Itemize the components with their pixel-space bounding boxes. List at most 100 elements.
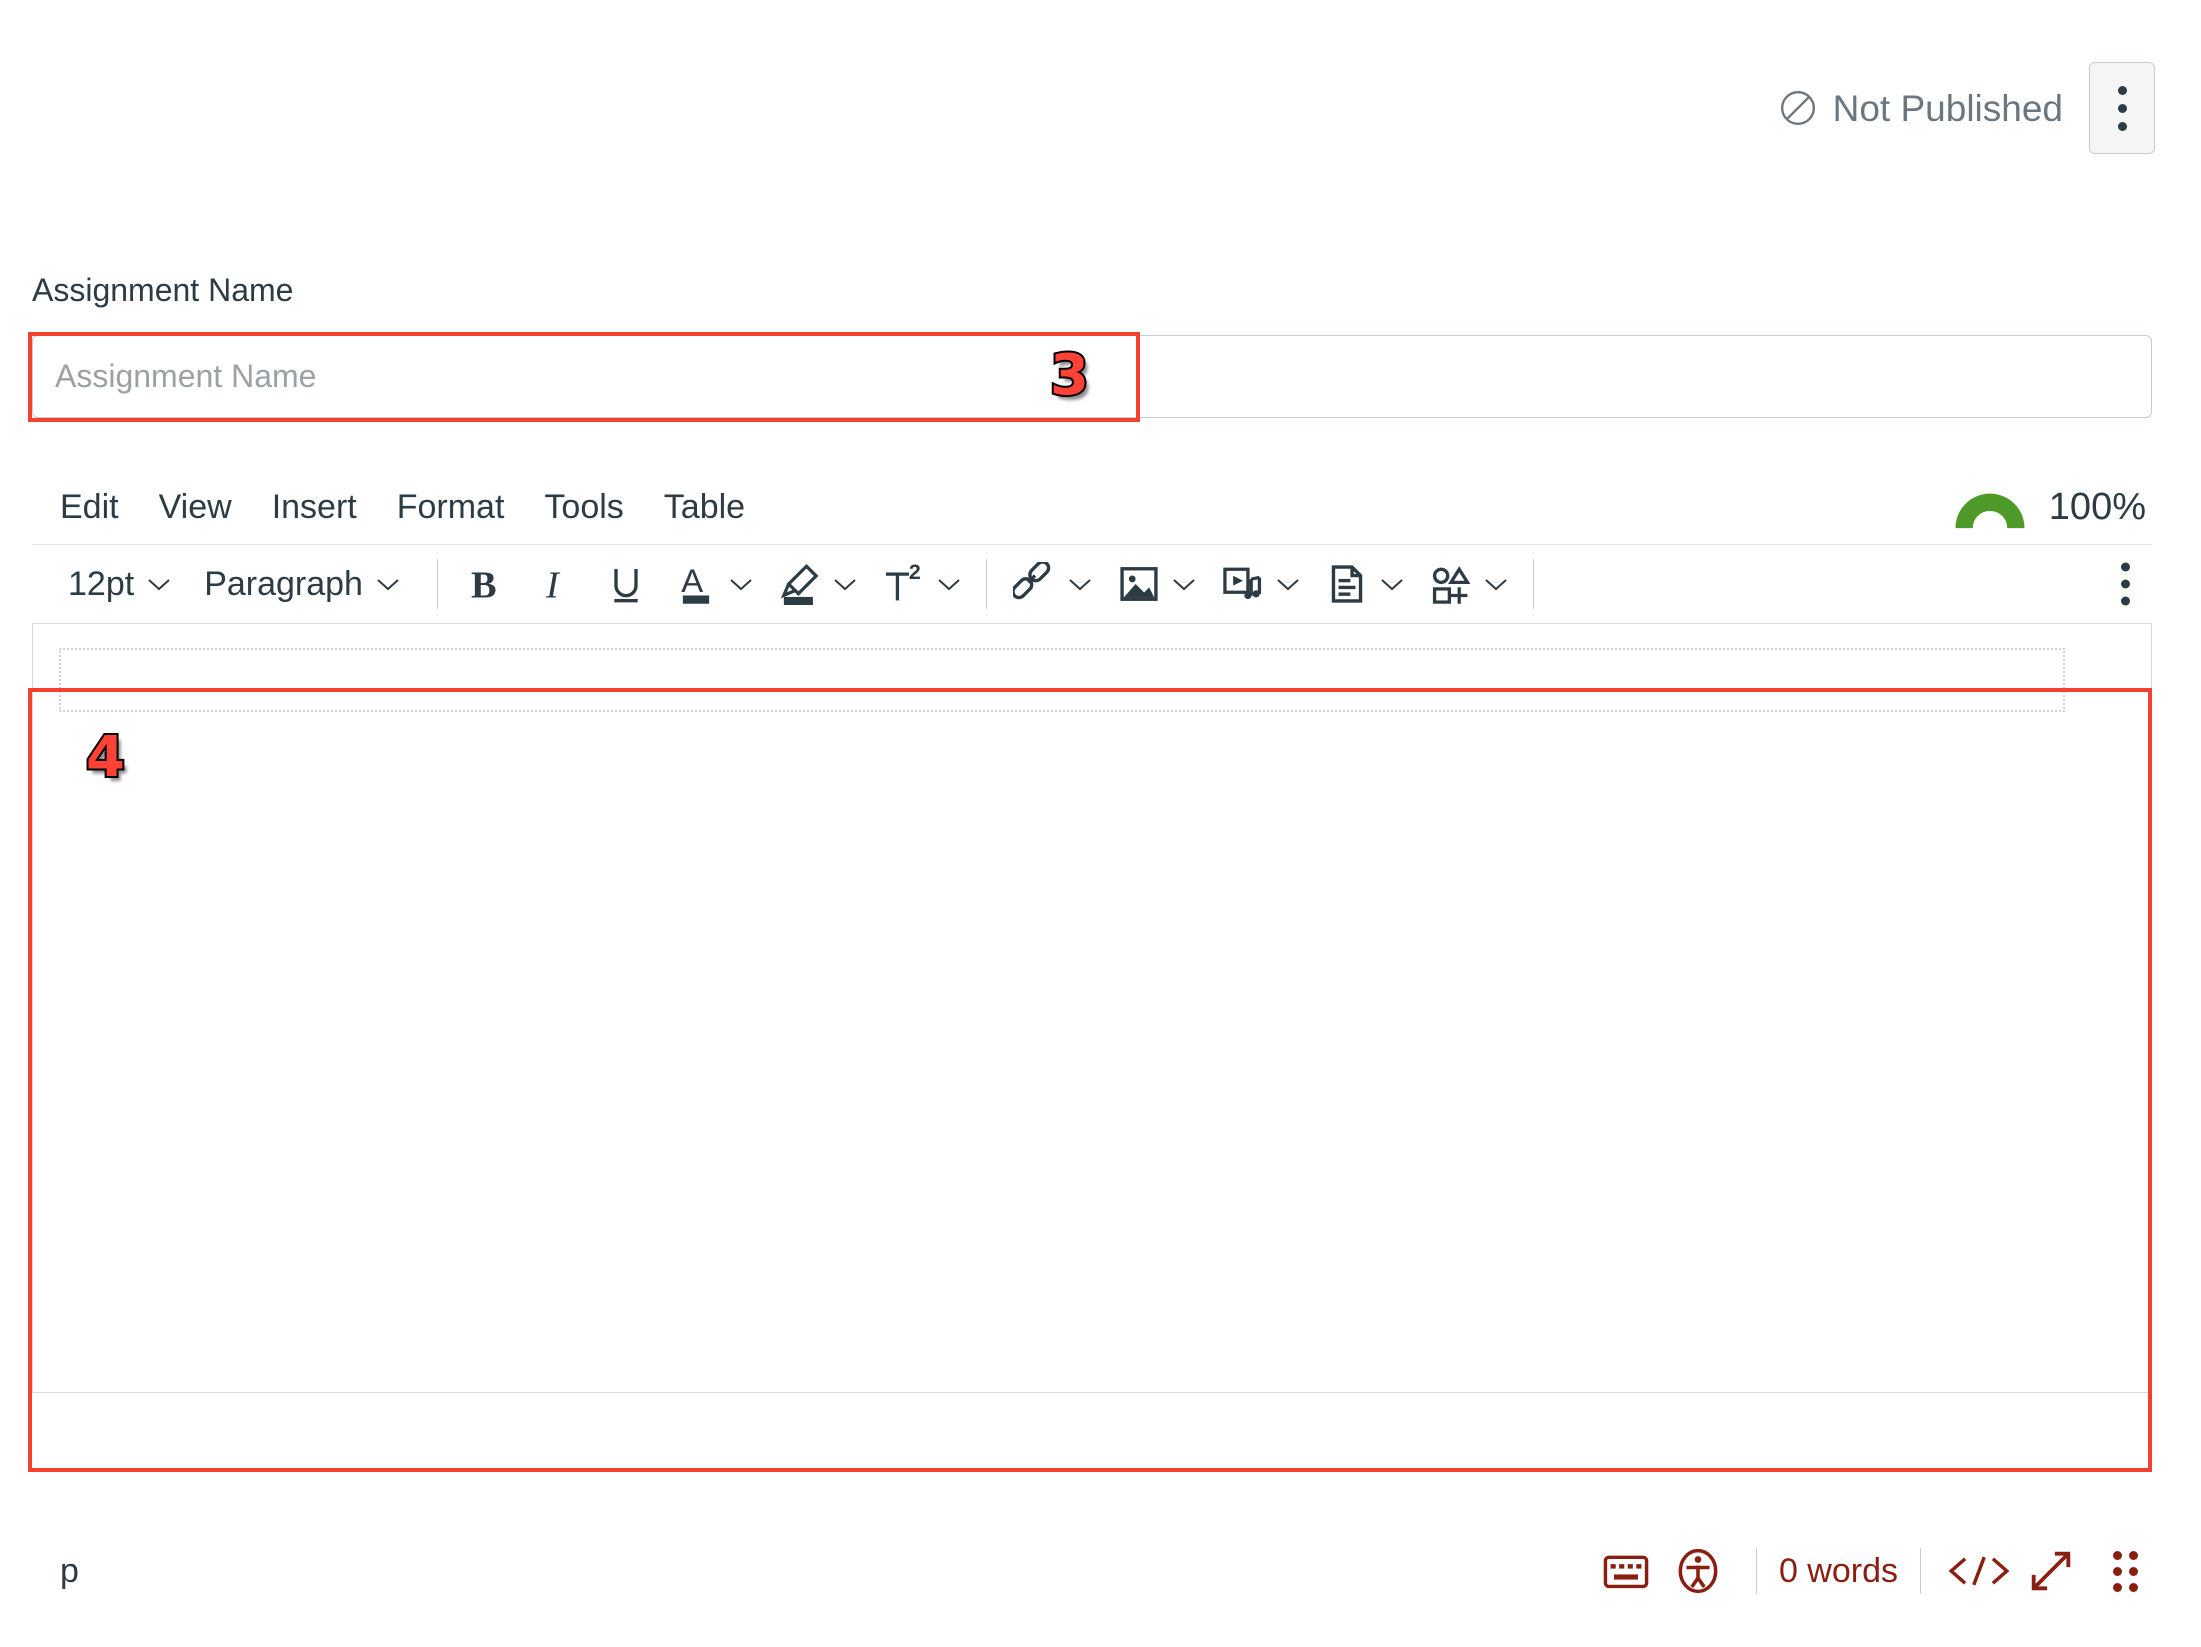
image-dropdown[interactable] xyxy=(1167,556,1201,612)
kebab-dot xyxy=(2117,103,2127,113)
assignment-name-label: Assignment Name xyxy=(32,272,294,308)
resize-dot xyxy=(2113,1566,2122,1576)
chevron-down-icon xyxy=(148,579,170,591)
text-color-button[interactable]: A xyxy=(668,556,724,612)
kebab-dot xyxy=(2117,85,2127,95)
chevron-down-icon xyxy=(377,579,399,591)
accessibility-score[interactable]: 100% xyxy=(1947,484,2146,530)
font-size-select[interactable]: 12pt xyxy=(52,565,188,604)
header-status-row: Not Published xyxy=(1779,62,2155,154)
document-button[interactable] xyxy=(1319,556,1375,612)
menu-tools[interactable]: Tools xyxy=(524,490,643,524)
image-button[interactable] xyxy=(1111,556,1167,612)
superscript-dropdown[interactable] xyxy=(932,556,966,612)
kebab-dot xyxy=(2121,579,2130,589)
chevron-down-icon xyxy=(1381,579,1403,591)
highlight-color-button[interactable] xyxy=(772,556,828,612)
resize-handle[interactable] xyxy=(2113,1550,2138,1592)
resize-dot xyxy=(2129,1550,2138,1560)
menu-format[interactable]: Format xyxy=(377,490,525,524)
apps-icon xyxy=(1432,566,1471,604)
resize-dot xyxy=(2129,1582,2138,1592)
publish-status-label: Not Published xyxy=(1832,87,2063,129)
block-format-value: Paragraph xyxy=(204,564,363,603)
kebab-dot xyxy=(2121,562,2130,572)
svg-text:B: B xyxy=(471,564,497,606)
italic-icon: I xyxy=(545,564,561,606)
circle-slash-icon xyxy=(1780,90,1815,126)
block-format-select[interactable]: Paragraph xyxy=(188,565,417,604)
more-options-button[interactable] xyxy=(2089,62,2155,154)
italic-button[interactable]: I xyxy=(528,556,584,612)
statusbar-separator xyxy=(1755,1548,1757,1594)
apps-button[interactable] xyxy=(1423,556,1479,612)
resize-dot xyxy=(2129,1566,2138,1576)
media-button[interactable] xyxy=(1215,556,1271,612)
keyboard-shortcuts-button[interactable] xyxy=(1590,1540,1662,1602)
code-icon xyxy=(1948,1556,2010,1586)
chevron-down-icon xyxy=(1069,579,1091,591)
accessibility-checker-button[interactable] xyxy=(1662,1540,1734,1602)
link-dropdown[interactable] xyxy=(1063,556,1097,612)
statusbar-separator xyxy=(1920,1548,1921,1594)
toolbar-separator xyxy=(985,559,987,609)
chevron-down-icon xyxy=(1173,579,1195,591)
svg-text:2: 2 xyxy=(909,561,921,584)
bold-icon: B xyxy=(471,564,497,606)
bold-button[interactable]: B xyxy=(458,556,514,612)
keyboard-icon xyxy=(1603,1555,1649,1589)
publish-status: Not Published xyxy=(1779,89,2063,127)
toolbar-overflow-button[interactable] xyxy=(2121,562,2130,606)
kebab-dot xyxy=(2121,596,2130,606)
link-button[interactable] xyxy=(1007,556,1063,612)
superscript-button[interactable]: 2 xyxy=(876,556,932,612)
resize-dot xyxy=(2113,1550,2122,1560)
accessibility-percent: 100% xyxy=(2048,486,2146,528)
assignment-name-input[interactable] xyxy=(32,335,2152,418)
toolbar-separator xyxy=(1532,559,1534,609)
underline-icon xyxy=(614,569,638,603)
menu-edit[interactable]: Edit xyxy=(32,490,139,524)
chevron-down-icon xyxy=(1277,579,1299,591)
rich-content-editor: Edit View Insert Format Tools Table 100%… xyxy=(32,470,2152,1393)
document-dropdown[interactable] xyxy=(1375,556,1409,612)
apps-dropdown[interactable] xyxy=(1479,556,1513,612)
element-path[interactable]: p xyxy=(32,1554,79,1588)
font-size-value: 12pt xyxy=(68,564,135,603)
resize-dot xyxy=(2113,1582,2122,1592)
text-color-icon: A xyxy=(681,562,710,604)
highlight-color-dropdown[interactable] xyxy=(828,556,862,612)
html-editor-button[interactable] xyxy=(1943,1540,2015,1602)
chevron-down-icon xyxy=(834,579,856,591)
editor-body[interactable] xyxy=(32,623,2152,1393)
chevron-down-icon xyxy=(1485,579,1507,591)
link-icon xyxy=(1012,562,1051,600)
gauge-icon xyxy=(1955,493,2025,529)
media-icon xyxy=(1223,567,1262,600)
svg-text:I: I xyxy=(545,564,561,606)
document-icon xyxy=(1331,565,1363,603)
underline-button[interactable] xyxy=(598,556,654,612)
menu-table[interactable]: Table xyxy=(644,490,765,524)
menu-view[interactable]: View xyxy=(139,490,252,524)
accessibility-checker-icon xyxy=(1678,1548,1718,1594)
toolbar-separator xyxy=(436,559,438,609)
highlighter-icon xyxy=(780,563,819,605)
menu-insert[interactable]: Insert xyxy=(252,490,377,524)
svg-text:A: A xyxy=(681,562,703,599)
editor-toolbar: 12pt Paragraph B I A 2 xyxy=(32,545,2152,623)
text-color-dropdown[interactable] xyxy=(724,556,758,612)
paragraph-placeholder[interactable] xyxy=(59,648,2065,712)
superscript-icon: 2 xyxy=(885,561,921,601)
image-icon xyxy=(1120,567,1158,601)
chevron-down-icon xyxy=(938,579,960,591)
statusbar-tools: 0 words xyxy=(1590,1540,2152,1602)
fullscreen-icon xyxy=(2031,1551,2071,1591)
chevron-down-icon xyxy=(730,579,752,591)
media-dropdown[interactable] xyxy=(1271,556,1305,612)
word-count[interactable]: 0 words xyxy=(1779,1554,1898,1588)
editor-menubar: Edit View Insert Format Tools Table 100% xyxy=(32,470,2152,545)
fullscreen-button[interactable] xyxy=(2015,1540,2087,1602)
editor-statusbar: p 0 words xyxy=(32,1528,2152,1614)
kebab-dot xyxy=(2117,121,2127,131)
